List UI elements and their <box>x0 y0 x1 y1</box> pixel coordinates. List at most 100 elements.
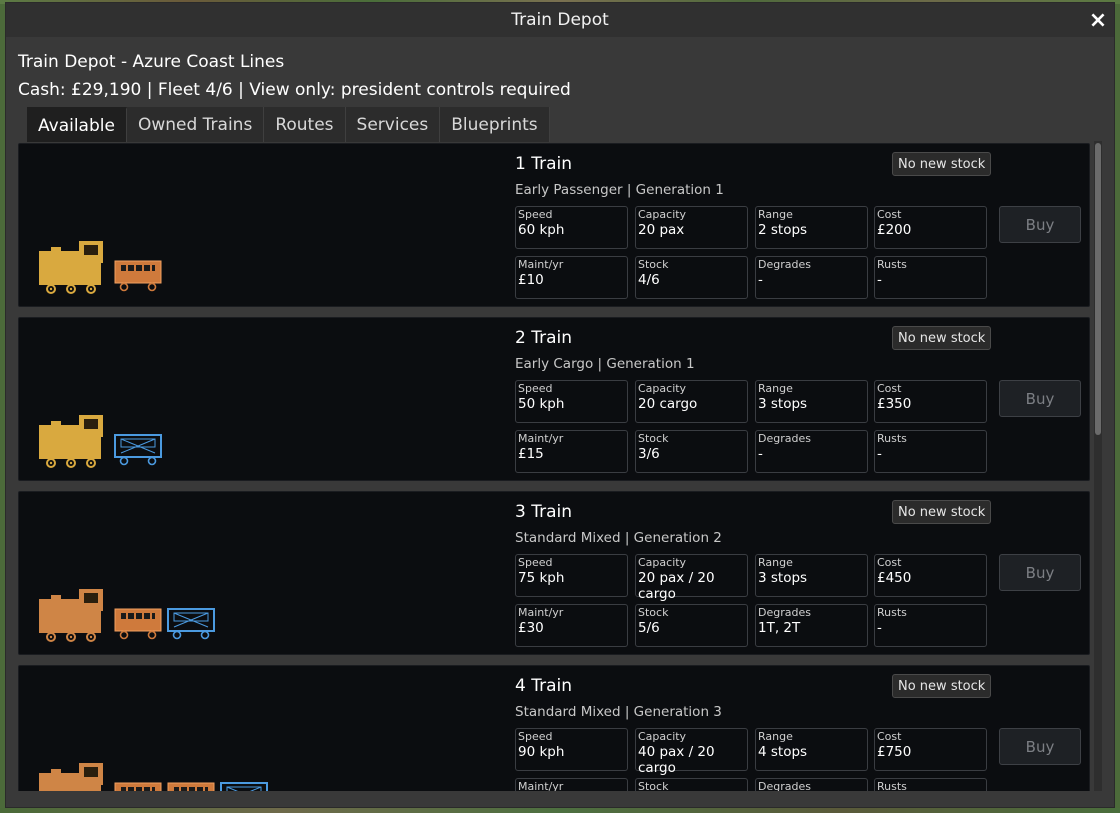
stat-label: Maint/yr <box>518 258 564 271</box>
stat-label: Degrades <box>758 780 811 791</box>
stock-status-badge: No new stock <box>892 326 992 350</box>
stat-label: Rusts <box>877 780 907 791</box>
train-name: 2 Train <box>515 328 573 348</box>
stat-box: Cost £350 <box>874 380 987 423</box>
cargo-car-icon <box>167 608 215 640</box>
stat-box: Maint/yr <box>515 778 628 791</box>
stat-value: 4/6 <box>638 272 660 288</box>
close-icon[interactable]: × <box>1086 9 1110 33</box>
stat-label: Rusts <box>877 606 907 619</box>
window-title: Train Depot <box>511 10 609 30</box>
stat-box: Rusts <box>874 778 987 791</box>
window-titlebar[interactable]: Train Depot <box>6 3 1114 37</box>
tab-routes[interactable]: Routes <box>264 107 346 142</box>
locomotive-icon <box>39 589 103 642</box>
stat-box: Degrades - <box>755 430 868 473</box>
stat-label: Capacity <box>638 382 687 395</box>
passenger-car-icon <box>114 782 162 791</box>
stat-value: 4 stops <box>758 744 808 760</box>
stat-label: Range <box>758 730 793 743</box>
stat-box: Speed 75 kph <box>515 554 628 597</box>
stat-value: 60 kph <box>518 222 565 238</box>
stat-value: 20 cargo <box>638 396 698 412</box>
stat-value: 20 pax / 20 cargo <box>638 570 715 602</box>
stat-value: £15 <box>518 446 544 462</box>
stock-status-badge: No new stock <box>892 674 992 698</box>
tab-services[interactable]: Services <box>345 107 441 142</box>
stat-box: Range 3 stops <box>755 380 868 423</box>
tab-available[interactable]: Available <box>27 107 127 142</box>
stat-box: Capacity 20 pax / 20 cargo <box>635 554 748 602</box>
stat-label: Speed <box>518 208 553 221</box>
train-name: 1 Train <box>515 154 573 174</box>
stat-box: Maint/yr £10 <box>515 256 628 299</box>
buy-button[interactable]: Buy <box>999 728 1081 765</box>
cargo-car-icon <box>220 782 268 791</box>
buy-button[interactable]: Buy <box>999 554 1081 591</box>
stat-value: £450 <box>877 570 912 586</box>
stat-box: Range 4 stops <box>755 728 868 771</box>
stat-label: Degrades <box>758 258 811 271</box>
map-background-bottom <box>0 808 1120 813</box>
tab-bar: Available Owned Trains Routes Services B… <box>27 107 550 142</box>
depot-title: Train Depot - Azure Coast Lines <box>18 52 285 72</box>
stat-label: Speed <box>518 382 553 395</box>
passenger-car-icon <box>114 608 162 640</box>
stat-box: Speed 60 kph <box>515 206 628 249</box>
locomotive-icon <box>39 241 103 294</box>
stat-box: Degrades 1T, 2T <box>755 604 868 647</box>
tab-owned-trains[interactable]: Owned Trains <box>126 107 265 142</box>
depot-info: Cash: £29,190 | Fleet 4/6 | View only: p… <box>18 80 571 100</box>
stat-box: Maint/yr £15 <box>515 430 628 473</box>
train-illustration <box>39 492 339 656</box>
stock-status-badge: No new stock <box>892 152 992 176</box>
train-list[interactable]: 1 Train Early Passenger | Generation 1 No … <box>18 141 1102 791</box>
stat-value: - <box>877 272 882 288</box>
stat-label: Capacity <box>638 208 687 221</box>
train-illustration <box>39 144 339 308</box>
stat-label: Cost <box>877 382 902 395</box>
list-scrollbar[interactable] <box>1094 141 1102 791</box>
stat-value: £10 <box>518 272 544 288</box>
buy-button[interactable]: Buy <box>999 380 1081 417</box>
stat-value: 3 stops <box>758 570 808 586</box>
stat-value: 90 kph <box>518 744 565 760</box>
passenger-car-icon <box>167 782 215 791</box>
stat-value: 3 stops <box>758 396 808 412</box>
stock-status-badge: No new stock <box>892 500 992 524</box>
train-name: 4 Train <box>515 676 573 696</box>
stat-value: 20 pax <box>638 222 685 238</box>
locomotive-icon <box>39 763 103 791</box>
stat-label: Maint/yr <box>518 606 564 619</box>
stat-box: Capacity 40 pax / 20 cargo <box>635 728 748 776</box>
stat-label: Speed <box>518 730 553 743</box>
tab-blueprints[interactable]: Blueprints <box>440 107 550 142</box>
train-subtitle: Early Passenger | Generation 1 <box>515 182 724 198</box>
train-name: 3 Train <box>515 502 573 522</box>
stat-value: £30 <box>518 620 544 636</box>
passenger-car-icon <box>114 260 162 292</box>
stat-value: 50 kph <box>518 396 565 412</box>
stat-value: 40 pax / 20 cargo <box>638 744 715 776</box>
stat-label: Cost <box>877 208 902 221</box>
train-card: 1 Train Early Passenger | Generation 1 No … <box>18 143 1090 307</box>
train-subtitle: Standard Mixed | Generation 2 <box>515 530 722 546</box>
list-scroll-thumb[interactable] <box>1095 143 1101 435</box>
train-subtitle: Early Cargo | Generation 1 <box>515 356 695 372</box>
stat-box: Range 3 stops <box>755 554 868 597</box>
stat-label: Capacity <box>638 556 687 569</box>
buy-button[interactable]: Buy <box>999 206 1081 243</box>
stat-box: Capacity 20 cargo <box>635 380 748 423</box>
stat-value: - <box>877 620 882 636</box>
stat-value: 1T, 2T <box>758 620 801 636</box>
train-depot-window: Train Depot × Train Depot - Azure Coast … <box>5 2 1115 808</box>
stat-value: 2 stops <box>758 222 808 238</box>
stat-box: Rusts - <box>874 604 987 647</box>
cargo-car-icon <box>114 434 162 466</box>
stat-value: - <box>758 272 763 288</box>
stat-value: - <box>758 446 763 462</box>
stat-label: Maint/yr <box>518 780 564 791</box>
stat-value: 75 kph <box>518 570 565 586</box>
stat-label: Rusts <box>877 258 907 271</box>
train-subtitle: Standard Mixed | Generation 3 <box>515 704 722 720</box>
